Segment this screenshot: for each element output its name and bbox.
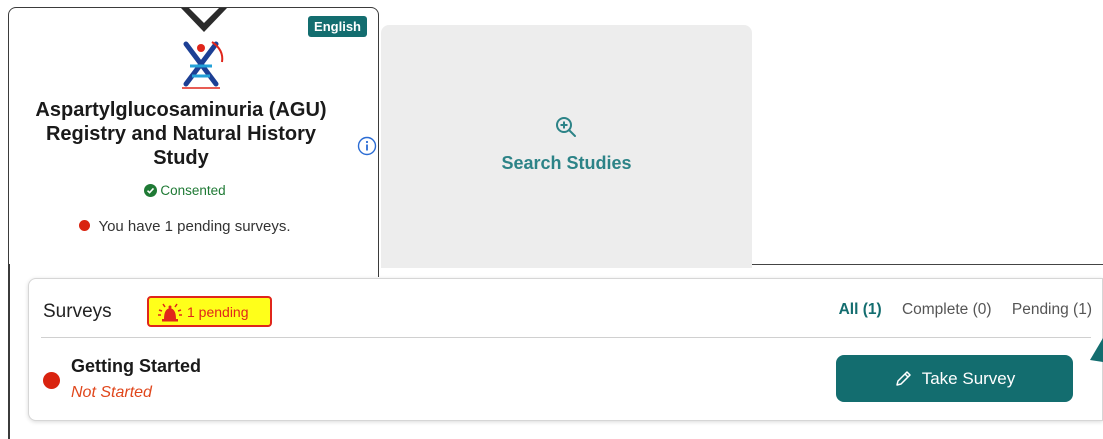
consent-status-label: Consented — [160, 183, 226, 198]
take-survey-button[interactable]: Take Survey — [836, 355, 1073, 402]
study-title: Aspartylglucosaminuria (AGU) Registry an… — [35, 99, 327, 169]
surveys-panel: Surveys 1 pending All (1) Complete (0) P… — [28, 278, 1103, 421]
filter-complete[interactable]: Complete (0) — [902, 301, 992, 318]
selected-pointer-icon — [181, 8, 227, 32]
survey-name: Getting Started — [71, 356, 202, 376]
scroll-arrow-icon — [1090, 338, 1103, 362]
search-studies-tile[interactable]: Search Studies — [381, 25, 752, 268]
pending-surveys-notice: You have 1 pending surveys. — [9, 218, 361, 235]
panel-divider — [41, 337, 1091, 338]
tabs-baseline — [752, 264, 1103, 265]
survey-filters: All (1) Complete (0) Pending (1) — [823, 301, 1092, 319]
check-circle-icon — [144, 184, 158, 197]
alert-dot-icon — [79, 220, 91, 231]
filter-all[interactable]: All (1) — [839, 301, 882, 318]
survey-status: Not Started — [71, 384, 152, 401]
consent-status: Consented — [9, 183, 361, 198]
panel-left-border — [8, 264, 10, 439]
pending-badge: 1 pending — [147, 296, 272, 327]
info-icon[interactable] — [357, 136, 377, 156]
pending-surveys-text: You have 1 pending surveys. — [98, 218, 291, 235]
search-studies-label: Search Studies — [501, 153, 632, 173]
study-logo — [182, 41, 224, 89]
study-card[interactable]: English Aspartylglucosaminuria (AGU) Reg… — [8, 7, 379, 277]
alarm-bell-icon — [158, 303, 182, 321]
zoom-in-icon — [556, 117, 576, 137]
language-badge[interactable]: English — [308, 16, 367, 37]
filter-pending[interactable]: Pending (1) — [1012, 301, 1092, 318]
take-survey-label: Take Survey — [921, 368, 1016, 388]
pencil-icon — [895, 370, 911, 386]
surveys-title: Surveys — [43, 301, 112, 322]
survey-status-dot — [43, 372, 60, 389]
pending-badge-label: 1 pending — [187, 303, 249, 320]
